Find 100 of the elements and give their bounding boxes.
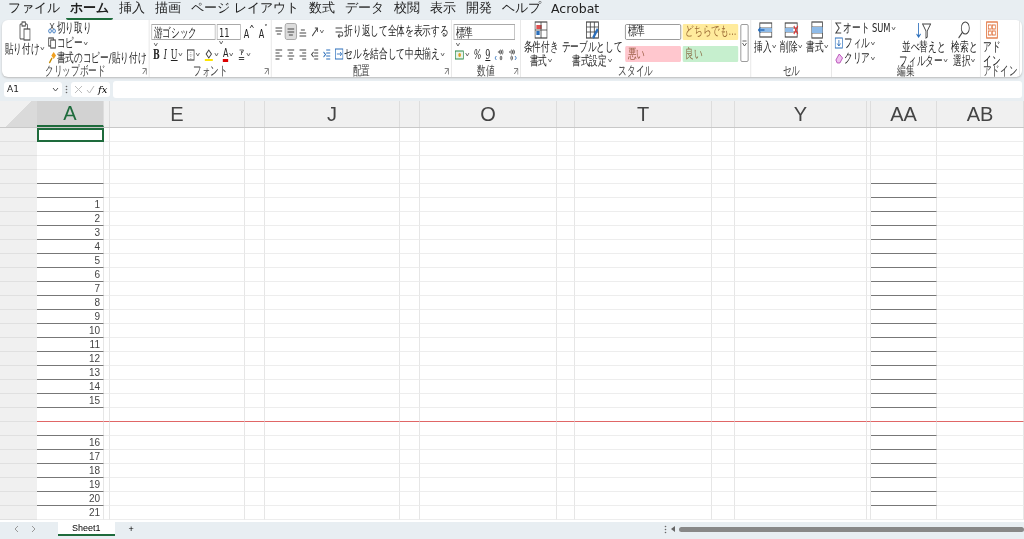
- grid-cell[interactable]: [871, 226, 937, 240]
- row-header[interactable]: [0, 436, 37, 450]
- grid-cell[interactable]: [420, 310, 557, 324]
- grid-cell[interactable]: [110, 240, 245, 254]
- grid-cell[interactable]: [575, 478, 712, 492]
- grid-cell[interactable]: [245, 464, 265, 478]
- grid-cell[interactable]: [400, 478, 420, 492]
- grid-cell[interactable]: [420, 170, 557, 184]
- grid-cell[interactable]: [104, 240, 110, 254]
- grid-cell[interactable]: [110, 394, 245, 408]
- grid-cell[interactable]: [245, 324, 265, 338]
- grid-cell[interactable]: [557, 226, 575, 240]
- cell-style[interactable]: 良い: [682, 46, 739, 63]
- grid-cell[interactable]: [420, 422, 557, 436]
- grid-cell[interactable]: [937, 128, 1024, 142]
- column-header[interactable]: Y: [735, 101, 867, 127]
- grid-cell[interactable]: [712, 310, 735, 324]
- grid-cell[interactable]: [712, 156, 735, 170]
- grid-cell[interactable]: [937, 366, 1024, 380]
- row-header[interactable]: [0, 324, 37, 338]
- grid-cell[interactable]: [420, 184, 557, 198]
- row-header[interactable]: [0, 268, 37, 282]
- grid-cell[interactable]: [575, 282, 712, 296]
- grid-cell[interactable]: [245, 380, 265, 394]
- grid-cell[interactable]: [735, 492, 867, 506]
- grid-cell[interactable]: [871, 128, 937, 142]
- row-header[interactable]: [0, 310, 37, 324]
- ribbon-button[interactable]: コピー: [47, 36, 89, 50]
- grid-cell[interactable]: [735, 366, 867, 380]
- grid-cell[interactable]: [557, 128, 575, 142]
- grid-cell[interactable]: [110, 408, 245, 422]
- grid-cell[interactable]: [400, 240, 420, 254]
- ribbon-button[interactable]: 貼り付け: [4, 21, 46, 65]
- grid-cell[interactable]: [712, 338, 735, 352]
- ribbon-tab[interactable]: 描画: [151, 0, 185, 20]
- grid-cell[interactable]: [937, 170, 1024, 184]
- row-header[interactable]: [0, 156, 37, 170]
- grid-cell[interactable]: [557, 436, 575, 450]
- grid-cell[interactable]: [400, 422, 420, 436]
- grid-cell[interactable]: [245, 408, 265, 422]
- grid-cell[interactable]: [575, 310, 712, 324]
- selected-cell[interactable]: [37, 128, 104, 142]
- grid-cell[interactable]: [265, 170, 400, 184]
- toolbar-button[interactable]: A$^{ˇ}$: [257, 24, 269, 40]
- grid-cell[interactable]: [104, 282, 110, 296]
- grid-cell[interactable]: 21: [37, 506, 104, 520]
- grid-cell[interactable]: [575, 198, 712, 212]
- grid-cell[interactable]: 8: [37, 296, 104, 310]
- grid-cell[interactable]: [400, 268, 420, 282]
- grid-cell[interactable]: [110, 492, 245, 506]
- grid-cell[interactable]: [104, 226, 110, 240]
- grid-cell[interactable]: [265, 324, 400, 338]
- row-header[interactable]: [0, 450, 37, 464]
- grid-cell[interactable]: [871, 450, 937, 464]
- grid-cell[interactable]: [871, 184, 937, 198]
- grid-cell[interactable]: [712, 212, 735, 226]
- grid-cell[interactable]: [575, 212, 712, 226]
- grid-cell[interactable]: [400, 212, 420, 226]
- grid-cell[interactable]: [245, 450, 265, 464]
- grid-cell[interactable]: [110, 142, 245, 156]
- grid-cell[interactable]: [420, 352, 557, 366]
- grid-cell[interactable]: [735, 296, 867, 310]
- grid-cell[interactable]: [37, 422, 104, 436]
- grid-cell[interactable]: [575, 128, 712, 142]
- grid-cell[interactable]: [557, 506, 575, 520]
- grid-cell[interactable]: [400, 226, 420, 240]
- grid-cell[interactable]: [735, 226, 867, 240]
- ribbon-button[interactable]: 削除: [779, 21, 804, 65]
- grid-cell[interactable]: [937, 422, 1024, 436]
- row-header[interactable]: [0, 408, 37, 422]
- grid-cell[interactable]: [557, 282, 575, 296]
- grid-cell[interactable]: [420, 366, 557, 380]
- grid-cell[interactable]: [265, 366, 400, 380]
- grid-cell[interactable]: [871, 478, 937, 492]
- name-box[interactable]: A1: [4, 81, 62, 97]
- grid-cell[interactable]: [400, 380, 420, 394]
- grid-cell[interactable]: [37, 184, 104, 198]
- grid-cell[interactable]: [400, 156, 420, 170]
- grid-cell[interactable]: [265, 338, 400, 352]
- grid-cell[interactable]: 6: [37, 268, 104, 282]
- grid-cell[interactable]: [712, 394, 735, 408]
- toolbar-button[interactable]: %: [472, 47, 483, 62]
- grid-cell[interactable]: [871, 268, 937, 282]
- grid-cell[interactable]: [871, 338, 937, 352]
- grid-cell[interactable]: [245, 240, 265, 254]
- toolbar-button[interactable]: A$^{^}$: [242, 24, 257, 40]
- grid-cell[interactable]: [712, 226, 735, 240]
- grid-cell[interactable]: [871, 296, 937, 310]
- grid-cell[interactable]: [871, 436, 937, 450]
- grid-cell[interactable]: [420, 408, 557, 422]
- grid-cell[interactable]: [420, 436, 557, 450]
- grid-cell[interactable]: [420, 338, 557, 352]
- grid-cell[interactable]: 11: [37, 338, 104, 352]
- grid-cell[interactable]: [104, 478, 110, 492]
- grid-cell[interactable]: [265, 506, 400, 520]
- row-header[interactable]: [0, 142, 37, 156]
- grid-cell[interactable]: [104, 352, 110, 366]
- grid-cell[interactable]: [104, 142, 110, 156]
- grid-cell[interactable]: [735, 436, 867, 450]
- grid-cell[interactable]: [575, 184, 712, 198]
